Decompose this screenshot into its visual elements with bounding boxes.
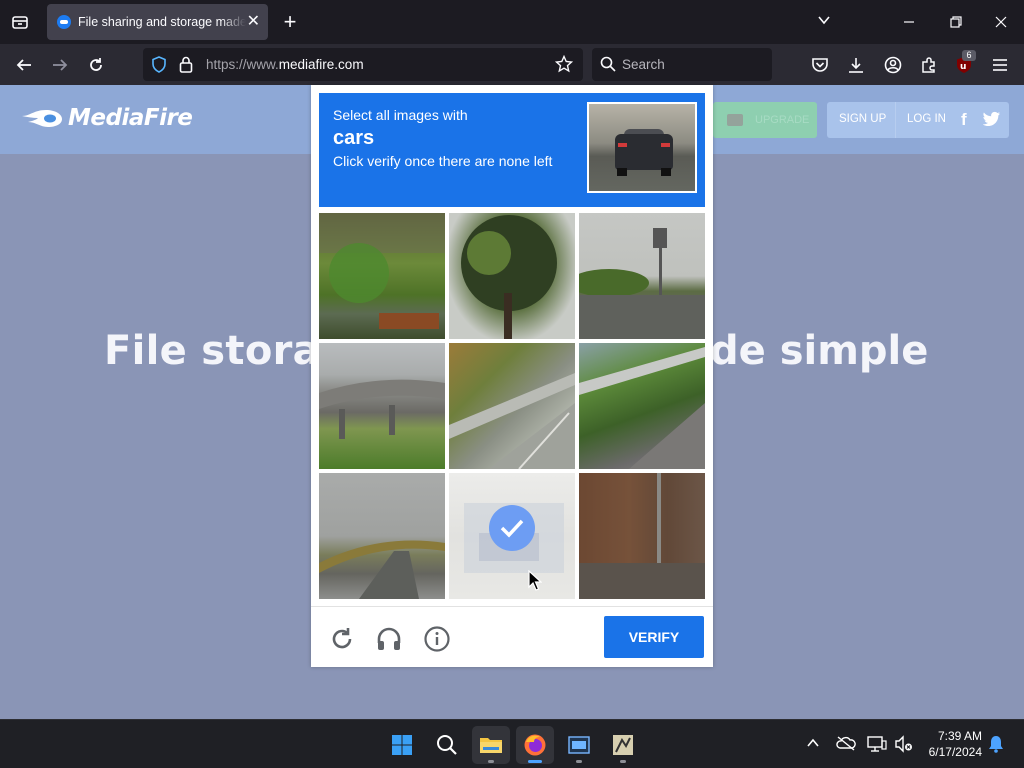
captcha-tile-6[interactable] [579,343,705,469]
signup-link[interactable]: SIGN UP [839,113,886,125]
browser-tab[interactable]: File sharing and storage made simple ✕ [47,4,268,40]
start-windows-icon[interactable] [383,726,421,764]
captcha-target-object: cars [333,127,375,149]
minimize-window-icon[interactable] [900,12,920,32]
firefox-icon[interactable] [516,726,554,764]
flame-logo-icon [22,110,62,127]
upgrade-label: UPGRADE [755,114,810,126]
notification-bell-icon[interactable] [988,735,1006,753]
url-protocol: https://www. [206,57,279,72]
address-bar[interactable]: https://www.mediafire.com [143,48,583,81]
extension-badge-count: 6 [962,50,976,61]
clock-date: 6/17/2024 [928,745,982,759]
forward-arrow-icon[interactable] [49,54,71,76]
list-all-tabs-chevron-icon[interactable] [816,12,832,33]
tile-scene [449,373,575,469]
tab-list-icon[interactable] [8,10,32,34]
tile-scene [319,379,445,439]
car-wheel [617,168,627,176]
mediafire-logo[interactable]: MediaFire [20,105,193,131]
media-player-icon[interactable] [560,726,598,764]
tab-bar: File sharing and storage made simple ✕ + [0,0,1024,44]
bookmark-star-icon[interactable] [554,54,574,78]
pocket-icon[interactable] [809,54,831,76]
captcha-image-grid [319,213,705,599]
tab-title: File sharing and storage made simple [78,15,246,29]
close-tab-icon[interactable]: ✕ [247,13,260,31]
info-icon[interactable] [424,626,450,652]
tile-scene [579,347,705,469]
running-indicator [576,760,582,763]
url-domain: mediafire.com [278,57,364,72]
car-tail-light [661,143,670,147]
search-placeholder: Search [622,57,665,72]
search-box[interactable]: Search [592,48,772,81]
running-indicator [488,760,494,763]
captcha-example-image [587,102,697,193]
account-links: SIGN UP LOG IN f [827,102,1009,138]
facebook-icon[interactable]: f [961,110,967,130]
captcha-tile-4[interactable] [319,343,445,469]
url-text: https://www.mediafire.com [206,57,364,72]
captcha-tile-5[interactable] [449,343,575,469]
search-icon [600,56,616,77]
new-tab-icon[interactable]: + [279,10,301,34]
svg-text:u: u [960,62,966,72]
taskbar-search-icon[interactable] [428,726,466,764]
car-wheel [661,168,671,176]
tile-scene [579,473,705,599]
upgrade-box-icon [727,114,743,126]
image-captcha-dialog: Select all images with cars Click verify… [311,85,713,667]
network-monitor-icon[interactable] [867,735,887,753]
car-body [615,134,673,170]
onedrive-cloud-icon[interactable] [836,735,856,753]
windows-taskbar: 7:39 AM 6/17/2024 [0,719,1024,768]
lock-icon[interactable] [179,56,193,78]
tile-scene [579,228,705,339]
tile-scene [319,213,445,329]
hero-heading-right: de simple [710,328,929,374]
twitter-icon[interactable] [983,111,1001,127]
captcha-tile-3[interactable] [579,213,705,339]
tracking-protection-shield-icon[interactable] [151,56,167,78]
car-tail-light [618,143,627,147]
captcha-subinstruction: Click verify once there are none left [333,153,553,169]
captcha-tile-9[interactable] [579,473,705,599]
system-clock[interactable]: 7:39 AM 6/17/2024 [920,728,982,760]
tile-scene [461,215,557,339]
reload-icon[interactable] [85,54,107,76]
tile-scene [319,540,445,599]
login-link[interactable]: LOG IN [907,113,946,125]
speaker-muted-icon[interactable] [894,735,912,753]
captcha-prompt: Select all images with cars Click verify… [319,93,705,207]
logo-text: MediaFire [68,105,193,131]
captcha-tile-8-selected[interactable] [449,473,575,599]
audio-challenge-headphones-icon[interactable] [376,626,402,652]
hamburger-menu-icon[interactable] [989,54,1011,76]
reload-challenge-icon[interactable] [329,626,355,652]
header-divider [895,102,896,138]
active-indicator [528,760,542,763]
captcha-tile-2[interactable] [449,213,575,339]
extensions-puzzle-icon[interactable] [918,54,940,76]
verify-button[interactable]: VERIFY [604,616,704,658]
upgrade-button[interactable]: UPGRADE [713,102,817,138]
captcha-tile-7[interactable] [319,473,445,599]
mouse-cursor-icon [528,570,542,591]
captcha-instruction: Select all images with [333,107,468,123]
captcha-tile-1[interactable] [319,213,445,339]
file-explorer-icon[interactable] [472,726,510,764]
show-hidden-icons-chevron-icon[interactable] [805,735,823,753]
mediafire-favicon-icon [57,15,71,29]
restore-window-icon[interactable] [946,12,966,32]
downloads-icon[interactable] [845,54,867,76]
captcha-footer-divider [311,606,713,607]
clock-time: 7:39 AM [937,729,982,743]
back-arrow-icon[interactable] [13,54,35,76]
selected-checkmark-icon [489,505,535,551]
running-indicator [620,760,626,763]
close-window-icon[interactable] [991,12,1011,32]
account-icon[interactable] [882,54,904,76]
app-icon[interactable] [604,726,642,764]
